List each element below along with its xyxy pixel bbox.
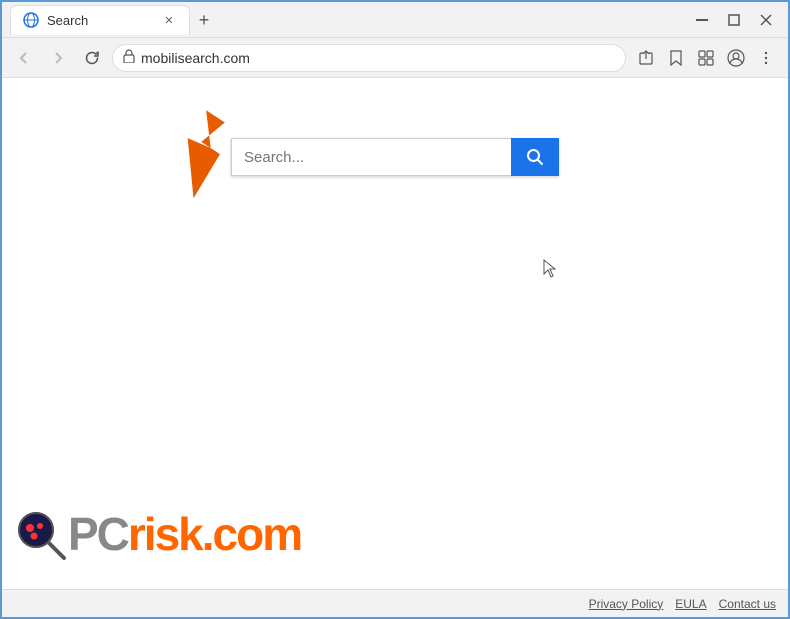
menu-button[interactable] — [752, 44, 780, 72]
tab-title: Search — [47, 13, 88, 28]
pcrisk-logo: PCrisk.com — [14, 507, 301, 561]
dotcom-text: .com — [202, 508, 301, 560]
title-bar-left: Search ✕ + — [10, 5, 688, 35]
window-controls — [688, 6, 780, 34]
bookmark-button[interactable] — [662, 44, 690, 72]
share-button[interactable] — [632, 44, 660, 72]
search-button[interactable] — [511, 138, 559, 176]
refresh-button[interactable] — [78, 44, 106, 72]
back-button[interactable] — [10, 44, 38, 72]
pcrisk-text: PCrisk.com — [68, 507, 301, 561]
new-tab-button[interactable]: + — [190, 7, 218, 35]
search-icon — [526, 148, 544, 166]
forward-button[interactable] — [44, 44, 72, 72]
profile-button[interactable] — [722, 44, 750, 72]
title-bar: Search ✕ + — [2, 2, 788, 38]
close-button[interactable] — [752, 6, 780, 34]
privacy-policy-link[interactable]: Privacy Policy — [589, 597, 664, 611]
contact-us-link[interactable]: Contact us — [719, 597, 776, 611]
lock-icon — [123, 49, 135, 66]
mouse-cursor — [542, 258, 554, 276]
search-box-container — [231, 138, 559, 176]
footer-bar: Privacy Policy EULA Contact us — [2, 589, 788, 617]
minimize-button[interactable] — [688, 6, 716, 34]
footer-links: Privacy Policy EULA Contact us — [589, 597, 776, 611]
active-tab[interactable]: Search ✕ — [10, 5, 190, 35]
eula-link[interactable]: EULA — [675, 597, 706, 611]
address-bar[interactable]: mobilisearch.com — [112, 44, 626, 72]
address-text: mobilisearch.com — [141, 50, 615, 66]
search-input[interactable] — [231, 138, 511, 176]
restore-button[interactable] — [720, 6, 748, 34]
extensions-button[interactable] — [692, 44, 720, 72]
search-area — [2, 78, 788, 176]
tab-close-button[interactable]: ✕ — [161, 12, 177, 28]
pcrisk-icon — [14, 508, 66, 560]
nav-right-icons — [632, 44, 780, 72]
page-content: PCrisk.com — [2, 78, 788, 593]
nav-bar: mobilisearch.com — [2, 38, 788, 78]
tab-area: Search ✕ + — [10, 5, 218, 35]
tab-favicon — [23, 12, 39, 28]
pc-text: PC — [68, 508, 128, 560]
risk-text: risk — [128, 508, 202, 560]
